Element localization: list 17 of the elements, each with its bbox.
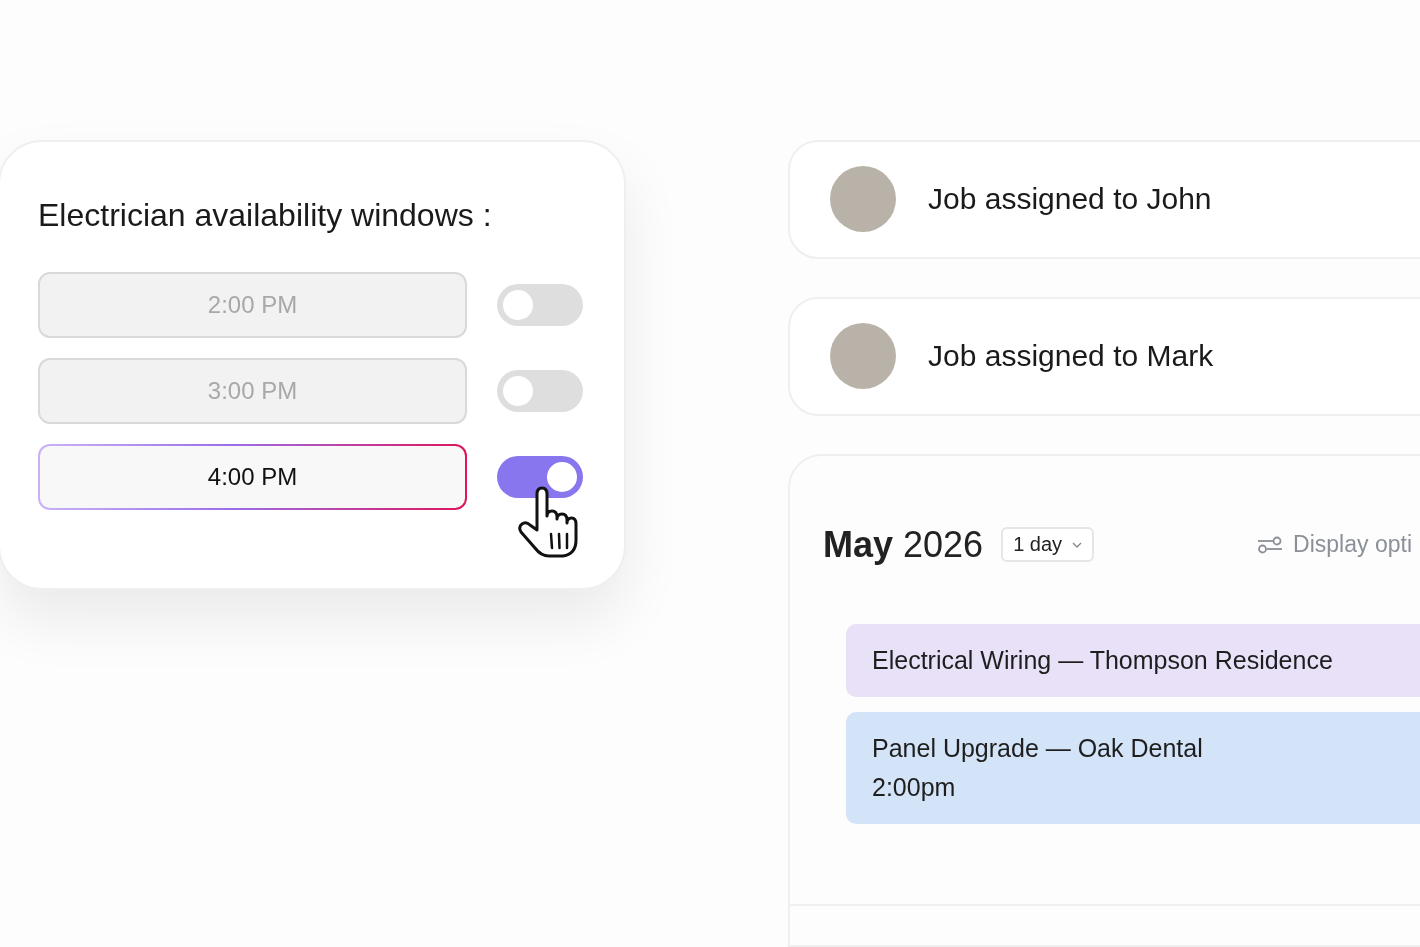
calendar-month: May 2026 xyxy=(823,523,984,566)
toggle-switch[interactable] xyxy=(497,456,583,498)
calendar-event[interactable]: Panel Upgrade — Oak Dental 2:00pm xyxy=(846,711,1420,824)
notification-text: Job assigned to Mark xyxy=(928,339,1214,374)
event-title: Electrical Wiring — Thompson Residence xyxy=(872,645,1334,675)
event-title: Panel Upgrade — Oak Dental xyxy=(872,733,1204,763)
pointer-hand-icon xyxy=(515,486,579,558)
time-field[interactable]: 4:00 PM xyxy=(38,444,467,510)
sliders-icon xyxy=(1257,535,1284,554)
toggle-switch[interactable] xyxy=(497,284,583,326)
toggle-switch[interactable] xyxy=(497,370,583,412)
range-dropdown[interactable]: 1 day xyxy=(1001,527,1095,563)
chevron-down-icon xyxy=(1072,541,1083,548)
calendar-event[interactable]: Electrical Wiring — Thompson Residence xyxy=(846,623,1420,697)
event-time: 2:00pm xyxy=(872,772,957,802)
card-title: Electrician availability windows : xyxy=(38,197,493,234)
notification-text: Job assigned to John xyxy=(928,182,1212,217)
